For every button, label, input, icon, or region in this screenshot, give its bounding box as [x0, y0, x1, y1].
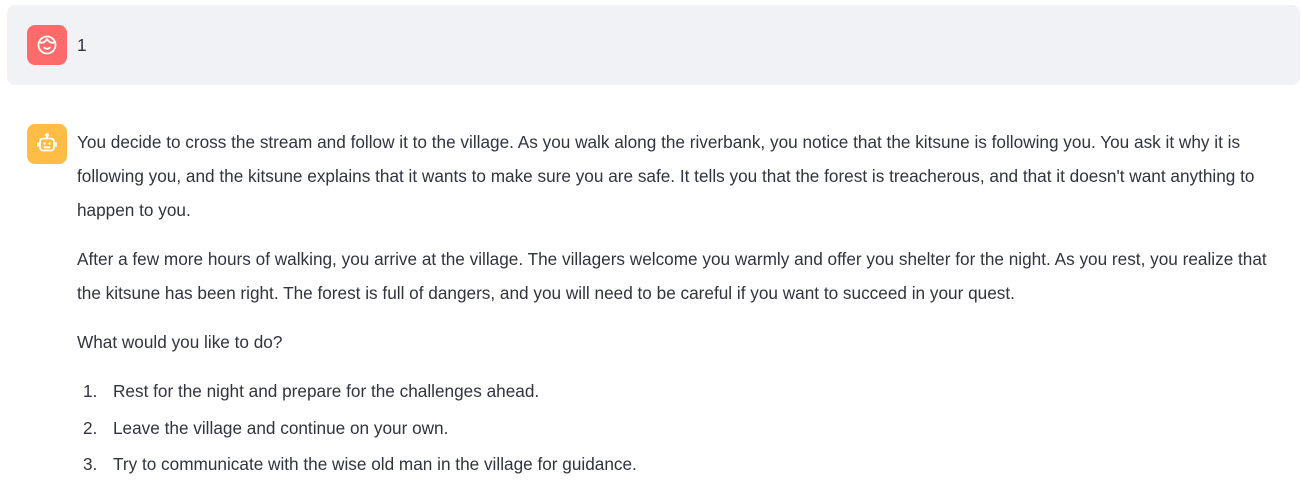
chat-container: 1 You decide to cross the stream and fol…: [0, 0, 1302, 485]
option-text: Leave the village and continue on your o…: [113, 417, 449, 438]
assistant-avatar: [27, 124, 67, 164]
list-item: 3. Try to communicate with the wise old …: [77, 447, 1295, 484]
list-item: 1. Rest for the night and prepare for th…: [77, 374, 1295, 411]
smiley-face-icon: [35, 33, 59, 57]
option-number: 3.: [83, 454, 98, 474]
option-text: Try to communicate with the wise old man…: [113, 454, 637, 474]
user-message-text: 1: [77, 35, 87, 55]
options-list: 1. Rest for the night and prepare for th…: [77, 374, 1295, 484]
user-message: 1: [7, 5, 1300, 85]
list-item: 2. Leave the village and continue on you…: [77, 411, 1295, 448]
message-paragraph: You decide to cross the stream and follo…: [77, 132, 1255, 220]
user-avatar: [27, 25, 67, 65]
option-number: 2.: [83, 417, 98, 438]
message-question: What would you like to do?: [77, 332, 283, 352]
option-text: Rest for the night and prepare for the c…: [113, 381, 540, 401]
robot-icon: [35, 132, 59, 156]
option-number: 1.: [83, 381, 98, 401]
message-paragraph: After a few more hours of walking, you a…: [77, 249, 1267, 303]
assistant-message: You decide to cross the stream and follo…: [7, 124, 1300, 484]
